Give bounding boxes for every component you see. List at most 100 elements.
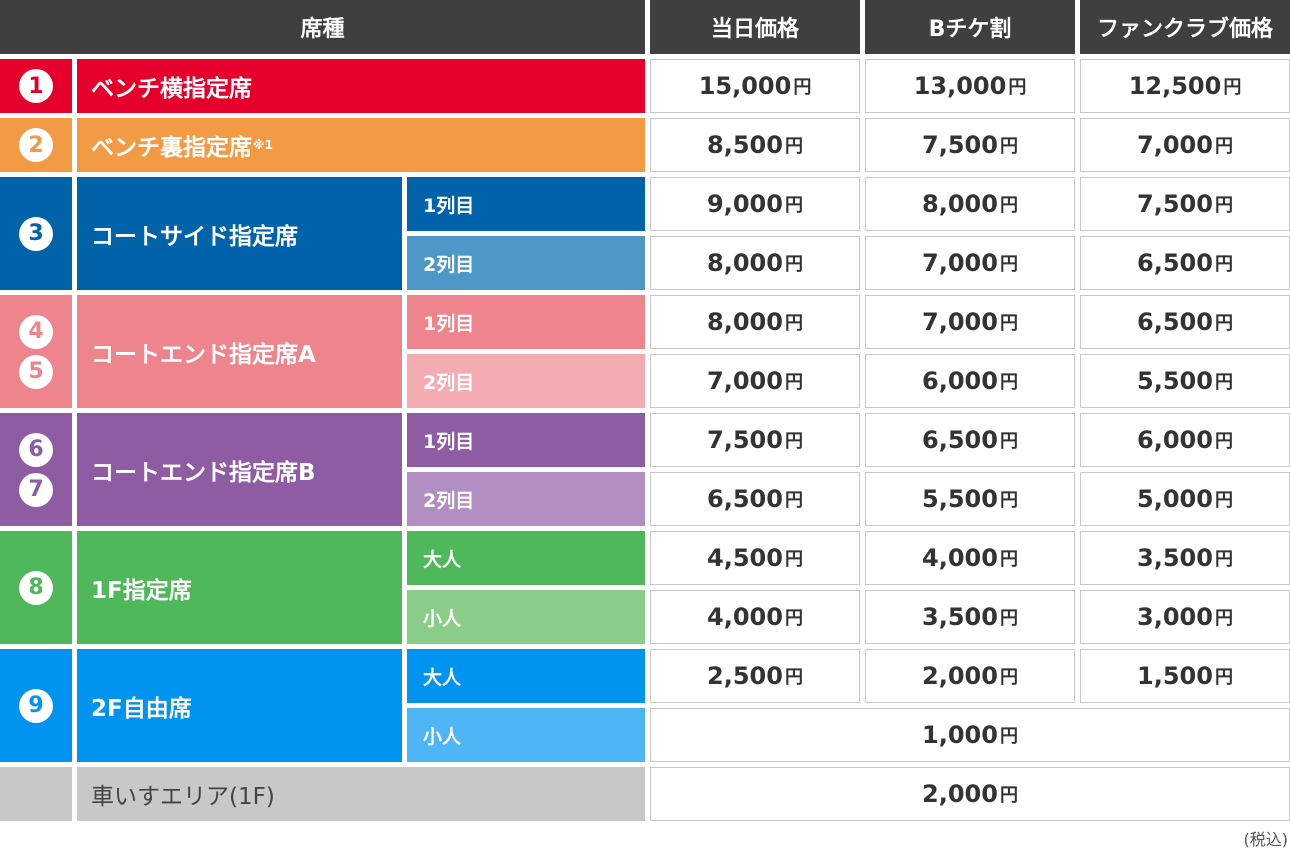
price-value: 4,500 bbox=[707, 544, 783, 572]
yen-unit: 円 bbox=[1214, 136, 1233, 157]
price-value: 6,500 bbox=[1137, 308, 1213, 336]
header-price-fanclub: ファンクラブ価格 bbox=[1080, 0, 1290, 54]
seat-number-badge: 1 bbox=[19, 69, 53, 103]
price-value: 3,000 bbox=[1137, 603, 1213, 631]
seat-number-badge: 4 bbox=[19, 314, 53, 349]
price-bticket: 4,000 円 bbox=[865, 531, 1075, 585]
seat-subtype-cell: 2列目 bbox=[407, 236, 645, 290]
price-value: 6,500 bbox=[922, 426, 998, 454]
yen-unit: 円 bbox=[793, 77, 812, 98]
yen-unit: 円 bbox=[999, 785, 1018, 806]
price-merged: 2,000 円 bbox=[650, 767, 1290, 821]
seat-name: 車いすエリア(1F) bbox=[91, 784, 275, 810]
price-day: 8,000 円 bbox=[650, 236, 860, 290]
yen-unit: 円 bbox=[1214, 254, 1233, 275]
price-value: 7,000 bbox=[707, 367, 783, 395]
seat-name: 1F指定席 bbox=[91, 577, 192, 604]
price-value: 8,000 bbox=[922, 190, 998, 218]
yen-unit: 円 bbox=[784, 608, 803, 629]
footnote-mark: ※1 bbox=[253, 138, 274, 152]
yen-unit: 円 bbox=[1214, 372, 1233, 393]
price-value: 13,000 bbox=[913, 72, 1007, 100]
seat-name-cell: ベンチ横指定席 bbox=[77, 59, 645, 113]
price-bticket: 3,500 円 bbox=[865, 590, 1075, 644]
seat-subtype-cell: 2列目 bbox=[407, 354, 645, 408]
seat-subtype-cell: 1列目 bbox=[407, 413, 645, 467]
seat-name: コートエンド指定席B bbox=[91, 459, 316, 486]
seat-number-badge: 9 bbox=[19, 688, 53, 723]
seat-subtype-cell: 小人 bbox=[407, 590, 645, 644]
price-day: 7,500 円 bbox=[650, 413, 860, 467]
price-value: 1,500 bbox=[1137, 662, 1213, 690]
seat-number-cell: 67 bbox=[0, 413, 72, 526]
price-day: 9,000 円 bbox=[650, 177, 860, 231]
seat-number-cell: 3 bbox=[0, 177, 72, 290]
seat-number-cell: 9 bbox=[0, 649, 72, 762]
yen-unit: 円 bbox=[1214, 195, 1233, 216]
yen-unit: 円 bbox=[784, 372, 803, 393]
seat-subtype-cell: 2列目 bbox=[407, 472, 645, 526]
price-value: 2,500 bbox=[707, 662, 783, 690]
price-fanclub: 7,000 円 bbox=[1080, 118, 1290, 172]
header-price-day: 当日価格 bbox=[650, 0, 860, 54]
yen-unit: 円 bbox=[999, 431, 1018, 452]
yen-unit: 円 bbox=[999, 313, 1018, 334]
seat-name: コートサイド指定席 bbox=[91, 223, 298, 250]
price-value: 6,500 bbox=[707, 485, 783, 513]
seat-number-badge: 6 bbox=[19, 432, 53, 467]
price-value: 7,000 bbox=[922, 249, 998, 277]
seat-number-badge: 5 bbox=[19, 354, 53, 389]
yen-unit: 円 bbox=[1214, 490, 1233, 511]
seat-number-cell: 2 bbox=[0, 118, 72, 172]
seat-number-badge: 2 bbox=[19, 128, 53, 162]
yen-unit: 円 bbox=[1214, 313, 1233, 334]
seat-name: ベンチ横指定席 bbox=[91, 76, 252, 102]
yen-unit: 円 bbox=[1008, 77, 1027, 98]
seat-number-badge: 3 bbox=[19, 216, 53, 251]
yen-unit: 円 bbox=[784, 667, 803, 688]
seat-number-badge: 7 bbox=[19, 472, 53, 507]
price-bticket: 6,000 円 bbox=[865, 354, 1075, 408]
seat-name-cell: 2F自由席 bbox=[77, 649, 402, 762]
price-fanclub: 1,500 円 bbox=[1080, 649, 1290, 703]
price-fanclub: 5,000 円 bbox=[1080, 472, 1290, 526]
seat-name-cell: コートエンド指定席A bbox=[77, 295, 402, 408]
price-fanclub: 7,500 円 bbox=[1080, 177, 1290, 231]
yen-unit: 円 bbox=[784, 313, 803, 334]
yen-unit: 円 bbox=[999, 195, 1018, 216]
seat-name-cell: コートサイド指定席 bbox=[77, 177, 402, 290]
header-seat-type: 席種 bbox=[0, 0, 645, 54]
price-value: 7,000 bbox=[1137, 131, 1213, 159]
seat-subtype-cell: 1列目 bbox=[407, 177, 645, 231]
price-value: 5,500 bbox=[1137, 367, 1213, 395]
seat-name: 2F自由席 bbox=[91, 695, 192, 722]
price-value: 6,500 bbox=[1137, 249, 1213, 277]
price-fanclub: 6,500 円 bbox=[1080, 236, 1290, 290]
seat-number-badge: 8 bbox=[19, 570, 53, 605]
price-bticket: 8,000 円 bbox=[865, 177, 1075, 231]
price-value: 8,000 bbox=[707, 249, 783, 277]
yen-unit: 円 bbox=[1214, 431, 1233, 452]
tax-note: (税込) bbox=[1243, 830, 1289, 849]
price-value: 8,500 bbox=[707, 131, 783, 159]
yen-unit: 円 bbox=[784, 490, 803, 511]
yen-unit: 円 bbox=[784, 431, 803, 452]
price-day: 15,000 円 bbox=[650, 59, 860, 113]
yen-unit: 円 bbox=[784, 136, 803, 157]
price-value: 7,000 bbox=[922, 308, 998, 336]
price-value: 5,500 bbox=[922, 485, 998, 513]
yen-unit: 円 bbox=[1214, 667, 1233, 688]
seat-subtype-cell: 1列目 bbox=[407, 295, 645, 349]
price-value: 15,000 bbox=[698, 72, 792, 100]
header-price-bticket: Bチケ割 bbox=[865, 0, 1075, 54]
price-fanclub: 5,500 円 bbox=[1080, 354, 1290, 408]
price-value: 6,000 bbox=[1137, 426, 1213, 454]
seat-name-cell: コートエンド指定席B bbox=[77, 413, 402, 526]
seat-number-cell: 45 bbox=[0, 295, 72, 408]
price-value: 12,500 bbox=[1128, 72, 1222, 100]
price-day: 4,000 円 bbox=[650, 590, 860, 644]
yen-unit: 円 bbox=[784, 195, 803, 216]
yen-unit: 円 bbox=[999, 372, 1018, 393]
seat-subtype-cell: 小人 bbox=[407, 708, 645, 762]
yen-unit: 円 bbox=[999, 667, 1018, 688]
